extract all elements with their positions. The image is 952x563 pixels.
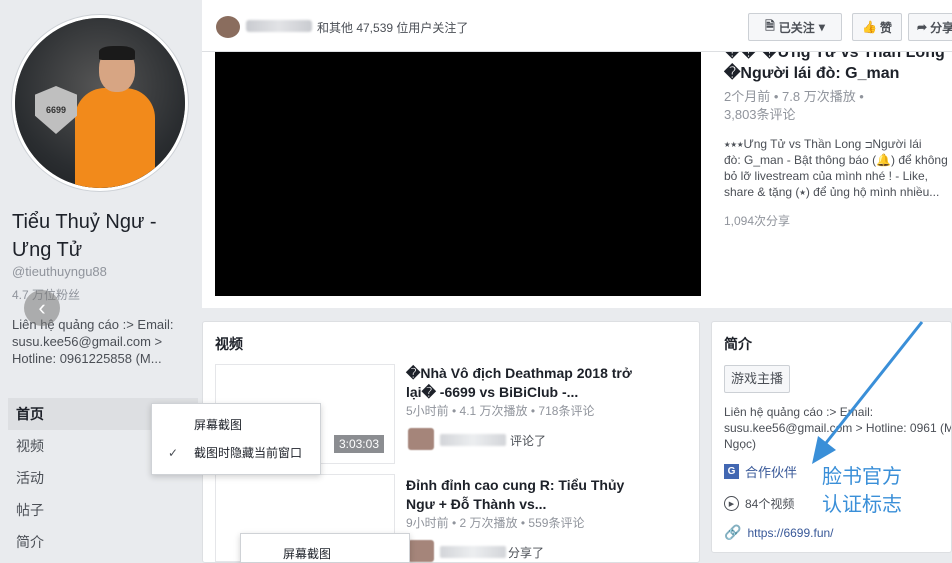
- menu-item-hide-window[interactable]: ✓ 截图时隐藏当前窗口: [152, 439, 320, 467]
- featured-video-panel: �� �Ưng Tử vs Thần Long �Người lái đò: G…: [202, 52, 952, 308]
- sidebar-item-posts[interactable]: 帖子: [8, 494, 198, 526]
- description-line: ⭑⭑⭑Ưng Tử vs Thần Long ⊐Người lái: [724, 137, 922, 151]
- profile-avatar[interactable]: 6699: [12, 15, 188, 191]
- videos-count-row[interactable]: ▶ 84个视频: [724, 495, 794, 512]
- description-line: share & tặng (⭑) để ủng hộ mình nhiều...: [724, 185, 940, 199]
- commenter-avatar[interactable]: [408, 428, 434, 450]
- intro-heading: 简介: [724, 336, 752, 352]
- annotation-label: 脸书官方 认证标志: [822, 462, 902, 518]
- featured-video-title-line1: �� �Ưng Tử vs Thần Long: [724, 52, 945, 61]
- menu-item-screenshot[interactable]: 屏幕截图: [152, 411, 320, 439]
- friend-avatar[interactable]: [216, 16, 240, 38]
- video-title[interactable]: Đỉnh đỉnh cao cung R: Tiểu Thủy Ngư + Đỗ…: [406, 476, 646, 514]
- blurred-commenter-name: [440, 546, 506, 558]
- commenter-avatar[interactable]: [408, 540, 434, 562]
- website-row[interactable]: 🔗 https://6699.fun/: [724, 524, 834, 541]
- menu-item-screenshot[interactable]: 屏幕截图: [241, 540, 409, 563]
- featured-video-title[interactable]: �� �Ưng Tử vs Thần Long �Người lái đò: G…: [724, 52, 952, 84]
- partner-label: 合作伙伴: [745, 465, 798, 480]
- share-activity: 分享了: [508, 546, 545, 560]
- page-title[interactable]: Tiểu Thuỷ Ngư - Ưng Tử: [12, 208, 192, 264]
- link-icon: 🔗: [724, 524, 742, 540]
- page-header-bar: 和其他 47,539 位用户关注了 🗎 已关注 ▾ 👍 赞 ➦ 分享: [202, 0, 952, 52]
- video-title[interactable]: �Nhà Vô địch Deathmap 2018 trở lại� -669…: [406, 364, 646, 402]
- checkmark-icon: ✓: [168, 446, 179, 460]
- thumbs-up-icon: 👍: [862, 20, 877, 34]
- comment-activity: 评论了: [510, 434, 547, 448]
- partner-row[interactable]: G 合作伙伴: [724, 462, 797, 481]
- share-button[interactable]: ➦ 分享: [908, 13, 952, 41]
- featured-video-description: ⭑⭑⭑Ưng Tử vs Thần Long ⊐Người lái đò: G_…: [724, 136, 952, 200]
- page-handle[interactable]: @tieuthuyngu88: [12, 264, 107, 279]
- description-line: bỏ lỡ livestream của mình nhé ! - Like,: [724, 169, 928, 183]
- screenshot-context-menu-2: 屏幕截图: [240, 533, 410, 563]
- share-label: 分享: [930, 20, 952, 35]
- featured-video-meta: 2个月前 • 7.8 万次播放 • 3,803条评论: [724, 88, 944, 124]
- page-sidebar: 6699 Tiểu Thuỷ Ngư - Ưng Tử @tieuthuyngu…: [0, 0, 202, 563]
- videos-section-heading[interactable]: 视频: [215, 334, 243, 354]
- screenshot-context-menu: 屏幕截图 ✓ 截图时隐藏当前窗口: [151, 403, 321, 475]
- intro-section: 简介 游戏主播 Liên hệ quảng cáo :> Email: susu…: [711, 321, 952, 553]
- description-line: đò: G_man - Bật thông báo (🔔) để không: [724, 153, 948, 167]
- featured-video-title-line2: �Người lái đò: G_man: [724, 65, 900, 82]
- video-player[interactable]: [215, 52, 701, 296]
- blurred-commenter-name: [440, 434, 506, 446]
- partner-badge-icon: G: [724, 464, 739, 479]
- website-link[interactable]: https://6699.fun/: [747, 526, 833, 540]
- video-meta: 9小时前 • 2 万次播放 • 559条评论: [406, 516, 585, 530]
- sidebar-item-about[interactable]: 简介: [8, 526, 198, 558]
- video-meta: 5小时前 • 4.1 万次播放 • 718条评论: [406, 404, 595, 418]
- followers-summary: 和其他 47,539 位用户关注了: [317, 21, 469, 35]
- blurred-friend-names: [246, 20, 312, 32]
- video-duration: 3:03:03: [333, 435, 384, 453]
- followed-button[interactable]: 🗎 已关注 ▾: [748, 13, 842, 41]
- chevron-down-icon: ▾: [818, 20, 825, 34]
- share-arrow-icon: ➦: [917, 20, 928, 34]
- category-tag[interactable]: 游戏主播: [724, 365, 791, 393]
- menu-item-label: 截图时隐藏当前窗口: [194, 446, 303, 460]
- share-count[interactable]: 1,094次分享: [724, 212, 790, 229]
- featured-video-meta-line2: 3,803条评论: [724, 107, 796, 122]
- videos-count: 84个视频: [745, 497, 795, 511]
- intro-contact-info: Liên hệ quảng cáo :> Email: susu.kee56@g…: [724, 405, 952, 451]
- follow-check-icon: 🗎: [765, 18, 775, 33]
- annotation-line1: 脸书官方: [822, 464, 902, 488]
- chevron-left-icon[interactable]: ‹: [24, 290, 60, 326]
- featured-video-meta-line1: 2个月前 • 7.8 万次播放 •: [724, 89, 864, 104]
- like-button[interactable]: 👍 赞: [852, 13, 902, 41]
- annotation-line2: 认证标志: [822, 492, 902, 516]
- avatar-hair: [99, 46, 135, 60]
- like-label: 赞: [879, 20, 892, 35]
- avatar-shirt: [75, 88, 155, 188]
- play-circle-icon: ▶: [724, 496, 739, 511]
- followed-label: 已关注: [778, 20, 815, 35]
